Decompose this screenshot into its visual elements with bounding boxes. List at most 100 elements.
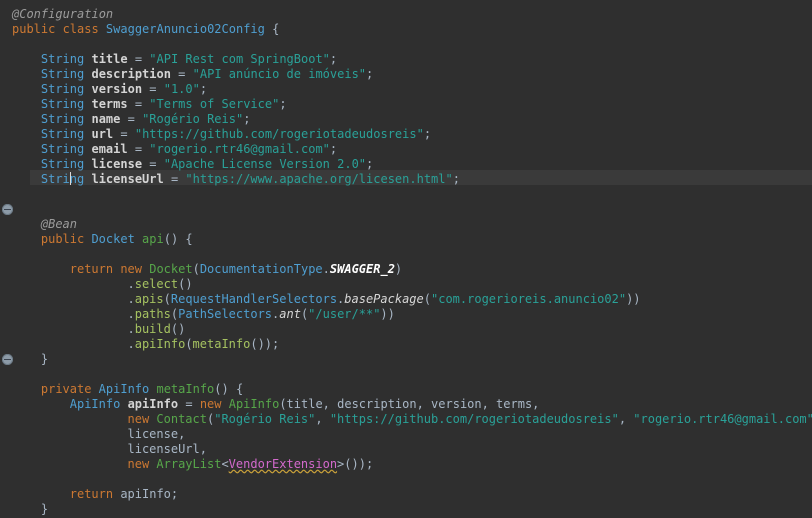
token-mth: Contact — [156, 412, 207, 426]
code-line[interactable]: String description = "API anúncio de imó… — [41, 67, 373, 82]
token-punc: ; — [366, 67, 374, 81]
token-call: select — [134, 277, 179, 291]
code-line[interactable]: @Configuration — [12, 7, 113, 22]
token-type: String — [40, 52, 85, 66]
token-punc: >()); — [337, 457, 374, 471]
token-type: String — [40, 97, 85, 111]
token-kw: public class — [12, 22, 106, 36]
token-anno: @Bean — [40, 217, 77, 231]
token-fld: url — [91, 127, 114, 141]
token-punc: } — [40, 352, 49, 366]
token-fld: title — [91, 52, 128, 66]
code-line[interactable]: public Docket api() { — [41, 232, 193, 247]
token-type: String — [40, 112, 85, 126]
code-line[interactable]: .select() — [128, 277, 193, 292]
token-kw: return — [69, 487, 121, 501]
code-line[interactable]: licenseUrl, — [128, 442, 207, 457]
code-line[interactable]: } — [41, 502, 48, 517]
token-var: apiInfo — [120, 487, 171, 501]
token-punc: = — [113, 127, 135, 141]
code-line[interactable]: @Bean — [41, 217, 77, 232]
token-str: "/user/**" — [308, 307, 381, 321]
token-fld: licenseUrl — [91, 172, 164, 186]
code-content[interactable]: @Configuration public class SwaggerAnunci… — [0, 0, 812, 518]
token-kw: new — [199, 397, 229, 411]
code-line[interactable]: String licenseUrl = "https://www.apache.… — [41, 172, 460, 187]
token-str: "Terms of Service" — [149, 97, 280, 111]
token-str: "https://github.com/rogeriotadeudosreis" — [329, 412, 619, 426]
token-var: title, description, version, terms, — [286, 397, 540, 411]
token-punc: ( — [163, 292, 171, 306]
token-type: String — [40, 157, 85, 171]
code-line[interactable]: .apiInfo(metaInfo()); — [128, 337, 280, 352]
code-line[interactable]: public class SwaggerAnuncio02Config { — [12, 22, 279, 37]
token-punc: ( — [170, 307, 179, 321]
token-punc: ( — [192, 262, 200, 276]
token-fld: email — [91, 142, 128, 156]
token-punc: = — [142, 157, 164, 171]
token-cls: RequestHandlerSelectors — [170, 292, 338, 306]
code-line[interactable]: String license = "Apache License Version… — [41, 157, 373, 172]
code-line[interactable]: String terms = "Terms of Service"; — [41, 97, 287, 112]
token-fld: description — [91, 67, 171, 81]
token-punc: = — [120, 112, 143, 126]
code-line[interactable]: ApiInfo apiInfo = new ApiInfo(title, des… — [70, 397, 540, 412]
token-fld: license — [91, 157, 143, 171]
token-str: "Rogério Reis" — [214, 412, 316, 426]
code-line[interactable]: license, — [128, 427, 186, 442]
token-punc: , — [618, 412, 634, 426]
token-call: metaInfo — [192, 337, 251, 351]
token-punc: )) — [380, 307, 395, 321]
token-punc: } — [40, 502, 49, 516]
token-str: "rogerio.rtr46@gmail.com" — [149, 142, 330, 156]
token-call: apiInfo — [134, 337, 186, 351]
code-line[interactable]: } — [41, 352, 48, 367]
token-anno: @Configuration — [12, 7, 114, 21]
token-statfn: basePackage — [344, 292, 424, 306]
token-type: ApiInfo — [69, 397, 121, 411]
code-line[interactable]: String url = "https://github.com/rogerio… — [41, 127, 431, 142]
code-line[interactable]: String title = "API Rest com SpringBoot"… — [41, 52, 337, 67]
token-mth: ArrayList — [156, 457, 222, 471]
token-punc: = — [163, 172, 186, 186]
token-punc: ( — [279, 397, 287, 411]
token-punc: () { — [163, 232, 193, 246]
token-type: String — [40, 172, 85, 186]
token-punc: . — [127, 292, 135, 306]
token-mth: ApiInfo — [228, 397, 280, 411]
text-caret — [69, 172, 71, 185]
code-line[interactable]: return apiInfo; — [70, 487, 178, 502]
token-punc: = — [142, 82, 164, 96]
code-line[interactable]: String email = "rogerio.rtr46@gmail.com"… — [41, 142, 337, 157]
code-line[interactable]: String name = "Rogério Reis"; — [41, 112, 251, 127]
token-mth: metaInfo — [156, 382, 215, 396]
code-line[interactable]: String version = "1.0"; — [41, 82, 207, 97]
code-line[interactable]: .apis(RequestHandlerSelectors.basePackag… — [128, 292, 641, 307]
token-str: "1.0" — [163, 82, 200, 96]
collapse-bean-method-icon[interactable] — [2, 204, 13, 215]
token-fld: apiInfo — [127, 397, 179, 411]
token-punc: , — [315, 412, 330, 426]
token-punc: . — [127, 322, 135, 336]
token-punc: ; — [279, 97, 287, 111]
code-line[interactable]: private ApiInfo metaInfo() { — [41, 382, 243, 397]
token-type: ApiInfo — [98, 382, 150, 396]
token-punc: = — [127, 142, 150, 156]
token-cls: SwaggerAnuncio02Config — [105, 22, 265, 36]
token-type: Docket — [91, 232, 135, 246]
token-punc: < — [221, 457, 229, 471]
token-punc: = — [178, 397, 200, 411]
code-line[interactable]: new ArrayList<VendorExtension>()); — [128, 457, 374, 472]
token-str: "API anúncio de imóveis" — [192, 67, 367, 81]
code-editor[interactable]: @Configuration public class SwaggerAnunci… — [0, 0, 812, 518]
token-statfn: ant — [279, 307, 301, 321]
code-line[interactable]: new Contact("Rogério Reis", "https://git… — [128, 412, 812, 427]
code-line[interactable]: .build() — [128, 322, 186, 337]
code-line[interactable]: return new Docket(DocumentationType.SWAG… — [70, 262, 402, 277]
token-kw: new — [127, 457, 157, 471]
code-line[interactable]: .paths(PathSelectors.ant("/user/**")) — [128, 307, 395, 322]
token-kw: new — [127, 412, 157, 426]
token-cls: DocumentationType — [199, 262, 323, 276]
token-str: "rogerio.rtr46@gmail.com" — [633, 412, 812, 426]
collapse-metainfo-method-icon[interactable] — [2, 354, 13, 365]
